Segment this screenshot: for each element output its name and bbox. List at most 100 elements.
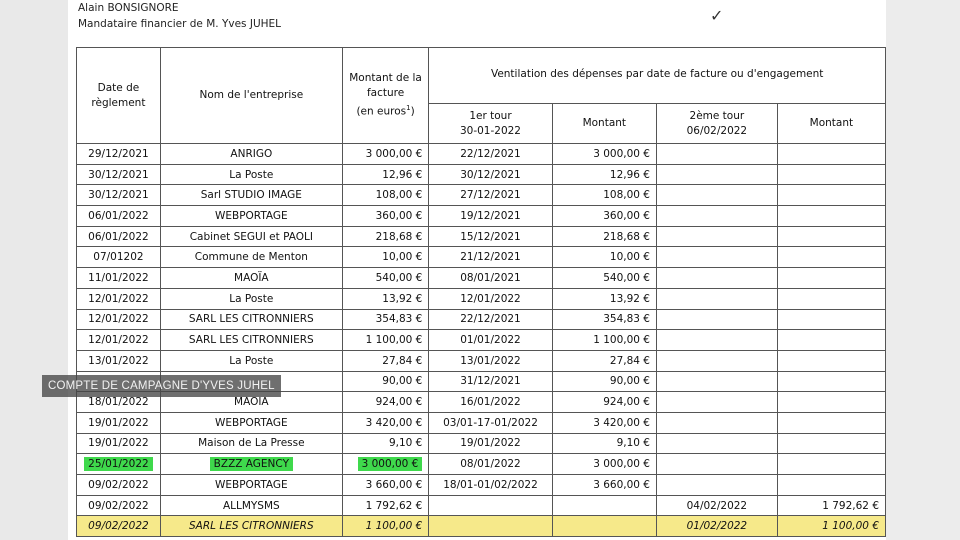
treasurer-name: Alain BONSIGNORE xyxy=(78,2,179,14)
cell-company-text: WEBPORTAGE xyxy=(214,416,288,429)
cell-tour1-date-text: 03/01-17-01/2022 xyxy=(443,416,538,429)
cell-amount: 3 660,00 € xyxy=(341,474,430,496)
cell-date: 09/02/2022 xyxy=(76,515,161,538)
cell-amount: 1 792,62 € xyxy=(341,494,430,517)
cell-tour1-amount-text: 3 660,00 € xyxy=(593,478,650,491)
cell-date-text: 12/01/2022 xyxy=(88,334,149,347)
cell-tour1-date: 21/12/2021 xyxy=(428,246,553,269)
treasurer-role: Mandataire financier de M. Yves JUHEL xyxy=(78,18,282,30)
cell-tour2-date xyxy=(655,453,778,475)
header-date: Date de règlement xyxy=(76,47,161,144)
cell-tour1-amount-text: 3 000,00 € xyxy=(593,458,650,471)
cell-date: 30/12/2021 xyxy=(76,184,161,207)
cell-amount: 360,00 € xyxy=(341,205,430,227)
cell-date: 13/01/2022 xyxy=(76,349,161,372)
cell-date: 06/01/2022 xyxy=(76,225,161,248)
cell-tour2-date xyxy=(655,329,778,351)
table-row: 30/12/2021 La Poste 12,96 € 30/12/2021 12,96… xyxy=(76,163,886,186)
table-row: 09/02/2022 WEBPORTAGE 3 660,00 € 18/01-01/0… xyxy=(76,474,886,496)
cell-amount: 1 100,00 € xyxy=(341,329,430,351)
cell-tour2-amount xyxy=(776,308,886,331)
cell-company: SARL LES CITRONNIERS xyxy=(159,308,343,331)
cell-date-text: 30/12/2021 xyxy=(88,189,149,202)
cell-tour1-amount: 10,00 € xyxy=(551,246,657,269)
cell-tour1-amount: 90,00 € xyxy=(551,370,657,393)
cell-tour2-amount xyxy=(776,143,886,165)
cell-amount: 9,10 € xyxy=(341,432,430,455)
cell-tour1-amount-text: 108,00 € xyxy=(603,189,650,202)
cell-tour2-amount xyxy=(776,184,886,207)
header-company: Nom de l'entreprise xyxy=(159,47,343,144)
table-row: 06/01/2022 WEBPORTAGE 360,00 € 19/12/2021 36… xyxy=(76,205,886,227)
cell-company-text: MAOIA xyxy=(234,396,269,409)
cell-company-text: Commune de Menton xyxy=(194,251,308,264)
cell-company-text: Maison de La Presse xyxy=(198,437,305,450)
cell-tour1-date: 18/01-01/02/2022 xyxy=(428,474,553,496)
cell-tour1-date-text: 08/01/2022 xyxy=(460,458,521,471)
table-row: 30/12/2021 Sarl STUDIO IMAGE 108,00 € 27/12… xyxy=(76,184,886,207)
expense-table: Date de règlement Nom de l'entreprise Mo… xyxy=(76,47,886,538)
cell-tour2-amount xyxy=(776,453,886,475)
cell-tour1-date-text: 21/12/2021 xyxy=(460,251,521,264)
cell-tour1-amount-text: 924,00 € xyxy=(603,396,650,409)
header-tour1: 1er tour 30-01-2022 xyxy=(428,103,553,144)
cell-tour1-date xyxy=(428,515,553,538)
cell-date-text: 09/02/2022 xyxy=(88,499,149,512)
cell-tour2-date xyxy=(655,411,778,434)
cell-company: ANRIGO xyxy=(159,143,343,165)
cell-amount: 540,00 € xyxy=(341,267,430,289)
cell-tour2-date xyxy=(655,246,778,269)
cell-company: WEBPORTAGE xyxy=(159,411,343,434)
right-margin xyxy=(886,0,960,540)
cell-tour1-date-text: 16/01/2022 xyxy=(460,396,521,409)
cell-amount-text: 218,68 € xyxy=(375,230,423,243)
cell-company-text: SARL LES CITRONNIERS xyxy=(188,334,314,347)
cell-date: 06/01/2022 xyxy=(76,205,161,227)
cell-tour1-amount: 360,00 € xyxy=(551,205,657,227)
cell-company: La Poste xyxy=(159,163,343,186)
cell-tour2-amount xyxy=(776,411,886,434)
cell-amount-text: 1 100,00 € xyxy=(365,334,423,347)
cell-company: Sarl STUDIO IMAGE xyxy=(159,184,343,207)
cell-tour1-date-text: 15/12/2021 xyxy=(460,230,521,243)
cell-date-text: 09/02/2022 xyxy=(88,520,149,533)
cell-company-text: BZZZ AGENCY xyxy=(209,457,293,472)
cell-tour2-amount xyxy=(776,246,886,269)
cell-company: Cabinet SEGUI et PAOLI xyxy=(159,225,343,248)
cell-company-text: La Poste xyxy=(229,168,274,181)
cell-amount-text: 27,84 € xyxy=(382,354,423,367)
cell-tour1-date-text: 18/01-01/02/2022 xyxy=(443,478,538,491)
cell-tour2-amount xyxy=(776,225,886,248)
cell-date-text: 07/01202 xyxy=(93,251,144,264)
cell-tour1-amount: 540,00 € xyxy=(551,267,657,289)
cell-tour1-date: 08/01/2021 xyxy=(428,267,553,289)
header-montant1: Montant xyxy=(551,103,657,144)
cell-date-text: 06/01/2022 xyxy=(88,209,149,222)
header-montant2: Montant xyxy=(776,103,886,144)
cell-date: 07/01202 xyxy=(76,246,161,269)
cell-date: 09/02/2022 xyxy=(76,494,161,517)
cell-tour1-amount: 354,83 € xyxy=(551,308,657,331)
cell-amount-text: 3 000,00 € xyxy=(357,457,423,472)
cell-tour1-date: 19/12/2021 xyxy=(428,205,553,227)
cell-tour1-amount: 3 660,00 € xyxy=(551,474,657,496)
table-row: 09/02/2022 ALLMYSMS 1 792,62 € 04/02/2022 1 … xyxy=(76,494,886,517)
cell-amount-text: 3 420,00 € xyxy=(365,416,423,429)
cell-company-text: La Poste xyxy=(229,354,274,367)
cell-amount: 1 100,00 € xyxy=(341,515,430,538)
cell-tour1-date: 03/01-17-01/2022 xyxy=(428,411,553,434)
table-row: 12/01/2022 SARL LES CITRONNIERS 1 100,00 €… xyxy=(76,329,886,351)
table-row: 06/01/2022 Cabinet SEGUI et PAOLI 218,68 €… xyxy=(76,225,886,248)
cell-date: 12/01/2022 xyxy=(76,308,161,331)
cell-amount-text: 3 660,00 € xyxy=(365,478,423,491)
cell-date: 11/01/2022 xyxy=(76,267,161,289)
table-row: 13/01/2022 La Poste 27,84 € 13/01/2022 27,84… xyxy=(76,349,886,372)
cell-tour2-date xyxy=(655,287,778,310)
table-row: 07/01202 Commune de Menton 10,00 € 21/12/20… xyxy=(76,246,886,269)
cell-amount: 3 420,00 € xyxy=(341,411,430,434)
cell-company: SARL LES CITRONNIERS xyxy=(159,515,343,538)
cell-tour2-date-text: 04/02/2022 xyxy=(686,499,748,512)
cell-date-text: 25/01/2022 xyxy=(84,457,153,472)
cell-date: 12/01/2022 xyxy=(76,329,161,351)
table-row: 09/02/2022 SARL LES CITRONNIERS 1 100,00 €… xyxy=(76,515,886,538)
